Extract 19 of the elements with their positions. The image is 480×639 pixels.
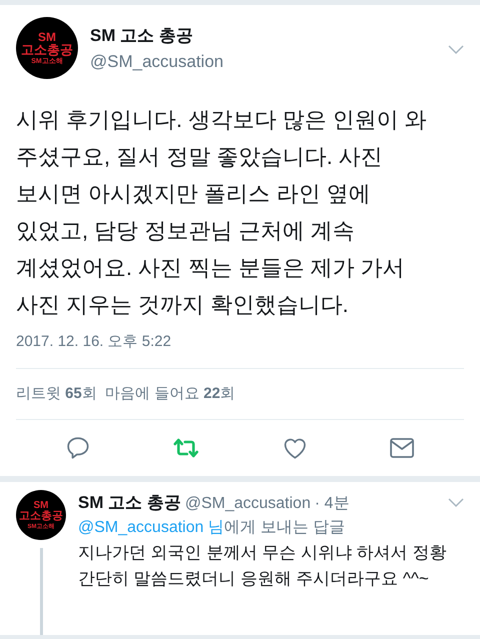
mention-link[interactable]: @SM_accusation 님 xyxy=(78,519,224,536)
user-name[interactable]: SM 고소 총공 xyxy=(90,23,436,48)
timestamp: 2017. 12. 16. 오후 5:22 xyxy=(15,332,172,352)
avatar-text: SM xyxy=(38,31,56,43)
avatar-text: 고소총공 xyxy=(19,510,63,522)
heart-icon[interactable] xyxy=(282,436,308,460)
reply-text: 지나가던 외국인 분께서 무슨 시위냐 하셔서 정황 간단히 말씀드렸더니 응원해 주시더라구요 ^^~ xyxy=(78,542,448,590)
avatar-text: SM xyxy=(34,500,48,510)
avatar-text: 고소총공 xyxy=(21,43,73,56)
reply-time: · 4분 xyxy=(314,494,350,514)
mail-icon[interactable] xyxy=(389,437,416,459)
tweet-text: 시위 후기입니다. 생각보다 많은 인원이 와 주셨구요, 질서 정말 좋았습니다. 사진 보시면 아시겠지만 폴리스 라인 옆에 있었고, 담당 정보관님 근처에 계속 계셨었어요. 사진 찍는 분들은 제가 가서 사진 지우는 것까지 확인했습니다. xyxy=(15,106,428,319)
engagement-stats[interactable]: 리트윗 65회 마음에 들어요 22회 xyxy=(0,368,480,419)
reply-icon[interactable] xyxy=(64,435,91,461)
retweet-icon[interactable] xyxy=(172,436,200,460)
user-handle[interactable]: @SM_accusation xyxy=(90,48,436,74)
replying-to-label: 에게 보내는 답글 xyxy=(224,519,345,536)
user-name[interactable]: SM 고소 총공 xyxy=(78,490,181,516)
user-handle[interactable]: @SM_accusation xyxy=(184,492,311,516)
